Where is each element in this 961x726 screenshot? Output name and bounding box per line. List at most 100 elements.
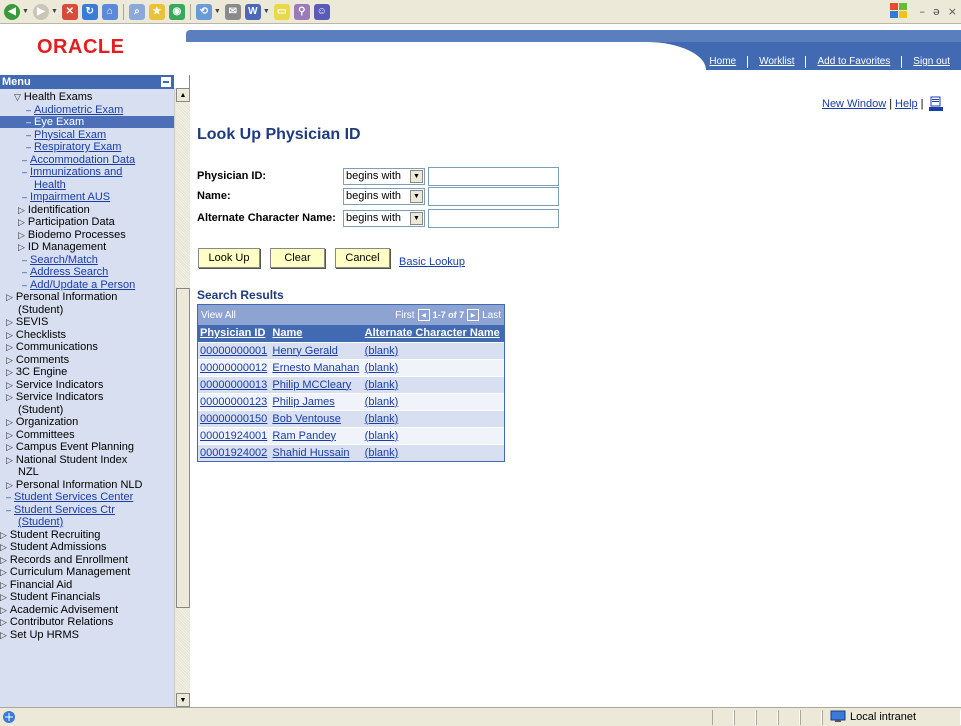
physician-id-input[interactable]: [428, 166, 559, 186]
new-window-link[interactable]: New Window: [822, 98, 886, 110]
scroll-up-icon[interactable]: ▲: [176, 88, 190, 102]
menu-item[interactable]: ▷ Identification: [18, 204, 90, 216]
first-link[interactable]: First: [395, 310, 414, 321]
physician-id-operator-select[interactable]: begins with ▼: [343, 167, 425, 185]
menu-item[interactable]: – Address Search: [22, 266, 108, 278]
physician-id-cell[interactable]: 00000000013: [198, 375, 271, 393]
mail-icon[interactable]: ✉: [224, 3, 241, 20]
name-cell[interactable]: Henry Gerald: [270, 341, 363, 359]
media-icon[interactable]: ◉: [168, 3, 185, 20]
menu-item[interactable]: ▷ Participation Data: [18, 216, 115, 228]
menu-item[interactable]: ▷ Personal Information: [6, 291, 117, 303]
menu-item[interactable]: ▷ Communications: [6, 341, 98, 353]
add-to-favorites-link[interactable]: Add to Favorites: [805, 56, 901, 68]
menu-item[interactable]: ▷ Biodemo Processes: [18, 229, 126, 241]
worklist-link[interactable]: Worklist: [747, 56, 805, 68]
name-cell[interactable]: Philip James: [270, 392, 363, 410]
menu-item[interactable]: ▷ Service Indicators: [6, 379, 103, 391]
menu-item[interactable]: – Student Services Ctr: [6, 504, 115, 516]
menu-item[interactable]: NZL: [18, 466, 39, 478]
history-icon[interactable]: ⟲: [195, 3, 212, 20]
menu-item[interactable]: (Student): [18, 404, 63, 416]
view-all-link[interactable]: View All: [201, 310, 236, 321]
alternate-name-input[interactable]: [428, 208, 559, 228]
word-icon[interactable]: W: [244, 3, 261, 20]
close-icon[interactable]: ×: [948, 5, 957, 18]
menu-item[interactable]: ▷ Service Indicators: [6, 391, 103, 403]
back-icon[interactable]: ◀: [4, 3, 20, 20]
back-dropdown-icon[interactable]: ▼: [22, 8, 29, 15]
menu-item[interactable]: ▷ ID Management: [18, 241, 106, 253]
chevron-down-icon[interactable]: ▼: [410, 211, 423, 225]
alternate-name-cell[interactable]: (blank): [362, 426, 504, 444]
name-input[interactable]: [428, 186, 559, 206]
maximize-icon[interactable]: ǝ: [933, 5, 940, 18]
refresh-icon[interactable]: ↻: [81, 3, 98, 20]
menu-item[interactable]: – Accommodation Data: [22, 154, 135, 166]
name-cell[interactable]: Ram Pandey: [270, 426, 363, 444]
menu-item[interactable]: (Student): [18, 304, 63, 316]
scroll-thumb[interactable]: [176, 288, 190, 608]
physician-id-cell[interactable]: 00001924001: [198, 426, 271, 444]
help-link[interactable]: Help: [895, 98, 918, 110]
physician-id-cell[interactable]: 00000000150: [198, 409, 271, 427]
sign-out-link[interactable]: Sign out: [901, 56, 961, 68]
alternate-name-cell[interactable]: (blank): [362, 358, 504, 376]
menu-item[interactable]: – Immunizations and: [22, 166, 122, 178]
physician-id-cell[interactable]: 00000000123: [198, 392, 271, 410]
alternate-name-operator-select[interactable]: begins with ▼: [343, 209, 425, 227]
menu-item[interactable]: ▷ Student Financials: [0, 591, 100, 603]
last-link[interactable]: Last: [482, 310, 501, 321]
name-cell[interactable]: Bob Ventouse: [270, 409, 363, 427]
menu-item[interactable]: ▷ Records and Enrollment: [0, 554, 128, 566]
edit-dropdown-icon[interactable]: ▼: [263, 8, 270, 15]
stop-icon[interactable]: ✕: [61, 3, 78, 20]
menu-item[interactable]: ▽ Health Exams: [14, 91, 92, 103]
menu-item[interactable]: – Physical Exam: [26, 129, 106, 141]
menu-scrollbar[interactable]: ▲ ▼: [174, 88, 190, 707]
menu-item[interactable]: – Audiometric Exam: [26, 104, 123, 116]
next-icon[interactable]: ▶: [467, 309, 480, 321]
menu-item[interactable]: ▷ SEVIS: [6, 316, 48, 328]
physician-id-cell[interactable]: 00000000001: [198, 341, 271, 359]
menu-item[interactable]: ▷ Academic Advisement: [0, 604, 118, 616]
home-link[interactable]: Home: [698, 56, 747, 68]
basic-lookup-link[interactable]: Basic Lookup: [399, 256, 465, 268]
column-header-physician-id[interactable]: Physician ID: [198, 325, 271, 342]
menu-collapse-icon[interactable]: [161, 77, 171, 87]
menu-item[interactable]: (Student): [18, 516, 63, 528]
forward-dropdown-icon[interactable]: ▼: [51, 8, 58, 15]
alternate-name-cell[interactable]: (blank): [362, 443, 504, 461]
name-cell[interactable]: Shahid Hussain: [270, 443, 363, 461]
history-dropdown-icon[interactable]: ▼: [214, 8, 221, 15]
name-cell[interactable]: Ernesto Manahan: [270, 358, 363, 376]
previous-icon[interactable]: ◀: [417, 309, 430, 321]
menu-item[interactable]: ▷ Contributor Relations: [0, 616, 113, 628]
alternate-name-cell[interactable]: (blank): [362, 392, 504, 410]
menu-item[interactable]: – Add/Update a Person: [22, 279, 135, 291]
menu-item[interactable]: ▷ 3C Engine: [6, 366, 67, 378]
column-header-alternate-name[interactable]: Alternate Character Name: [362, 325, 504, 342]
name-operator-select[interactable]: begins with ▼: [343, 187, 425, 205]
alternate-name-cell[interactable]: (blank): [362, 341, 504, 359]
menu-item[interactable]: ▷ Financial Aid: [0, 579, 72, 591]
menu-item[interactable]: ▷ Set Up HRMS: [0, 629, 79, 641]
menu-item[interactable]: – Respiratory Exam: [26, 141, 121, 153]
physician-id-cell[interactable]: 00001924002: [198, 443, 271, 461]
menu-item[interactable]: ▷ Comments: [6, 354, 69, 366]
favorites-icon[interactable]: ★: [148, 3, 165, 20]
menu-item[interactable]: ▷ Campus Event Planning: [6, 441, 134, 453]
menu-item[interactable]: ▷ Organization: [6, 416, 78, 428]
menu-item[interactable]: ▷ National Student Index: [6, 454, 127, 466]
minimize-icon[interactable]: –: [920, 5, 926, 18]
discuss-icon[interactable]: ▭: [273, 3, 290, 20]
alternate-name-cell[interactable]: (blank): [362, 409, 504, 427]
http-icon[interactable]: [928, 96, 943, 112]
menu-item[interactable]: – Eye Exam: [0, 116, 174, 128]
menu-item[interactable]: – Student Services Center: [6, 491, 133, 503]
column-header-name[interactable]: Name: [270, 325, 363, 342]
home-icon[interactable]: ⌂: [101, 3, 118, 20]
menu-item[interactable]: – Impairment AUS: [22, 191, 110, 203]
scroll-down-icon[interactable]: ▼: [176, 693, 190, 707]
menu-item[interactable]: ▷ Curriculum Management: [0, 566, 130, 578]
